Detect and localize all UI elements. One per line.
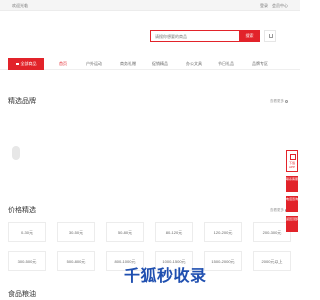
price-range-item[interactable]: 1500-2000元 (204, 251, 242, 271)
price-range-item[interactable]: 300-500元 (8, 251, 46, 271)
nav-item-brand-zone[interactable]: 品牌专区 (250, 58, 270, 70)
price-section-title: 价格精选 (8, 207, 36, 214)
chevron-right-icon (285, 99, 288, 103)
price-range-item[interactable]: 0-30元 (8, 222, 46, 242)
side-app-download[interactable]: 下载APP (286, 150, 298, 172)
price-range-item[interactable]: 80-120元 (155, 222, 193, 242)
search-input[interactable] (150, 30, 240, 42)
all-categories-button[interactable]: 全部商品 (8, 58, 44, 70)
price-range-item[interactable]: 30-50元 (57, 222, 95, 242)
main-nav: 全部商品 首页 户外运动 商务礼赠 促销精品 办公文具 节日礼品 品牌专区 (0, 58, 300, 70)
welcome-text: 欢迎光临 (12, 3, 28, 8)
brands-section-title: 精选品牌 (8, 98, 36, 105)
side-phone-button[interactable]: 电话咨询 (286, 196, 298, 212)
brands-more-label: 查看更多 (270, 99, 284, 103)
all-categories-label: 全部商品 (20, 61, 37, 66)
menu-icon (15, 62, 19, 65)
price-range-item[interactable]: 500-800元 (57, 251, 95, 271)
price-range-item[interactable]: 50-80元 (106, 222, 144, 242)
cart-icon (269, 34, 273, 38)
cart-button[interactable] (264, 30, 276, 42)
carousel-prev-button[interactable] (12, 146, 20, 160)
nav-item-stationery[interactable]: 办公文具 (184, 58, 204, 70)
qr-code-icon (290, 154, 296, 160)
side-back-to-top-button[interactable]: 返回顶部 (286, 216, 298, 232)
price-range-item[interactable]: 2000元以上 (253, 251, 291, 271)
nav-item-outdoor[interactable]: 户外运动 (84, 58, 104, 70)
nav-item-business-gifts[interactable]: 商务礼赠 (118, 58, 138, 70)
search-button[interactable]: 搜索 (239, 30, 260, 42)
watermark-text: 千狐秒收录 (124, 266, 207, 285)
price-range-item[interactable]: 120-200元 (204, 222, 242, 242)
nav-item-promotions[interactable]: 促销精品 (150, 58, 170, 70)
member-center-link[interactable]: 会员中心 (272, 3, 288, 9)
nav-item-home[interactable]: 首页 (56, 58, 70, 70)
brands-more-link[interactable]: 查看更多 (270, 99, 288, 104)
price-more-label: 查看更多 (270, 208, 284, 212)
search-box: 搜索 (150, 30, 260, 42)
top-bar: 欢迎光临 登录 会员中心 (0, 0, 300, 11)
side-contact-button[interactable]: 联系客服 (286, 176, 298, 192)
food-section-title: 食品粮油 (8, 291, 36, 298)
side-app-download-label: 下载APP (288, 161, 295, 169)
nav-item-holiday-gifts[interactable]: 节日礼品 (216, 58, 236, 70)
login-link[interactable]: 登录 (260, 3, 268, 9)
